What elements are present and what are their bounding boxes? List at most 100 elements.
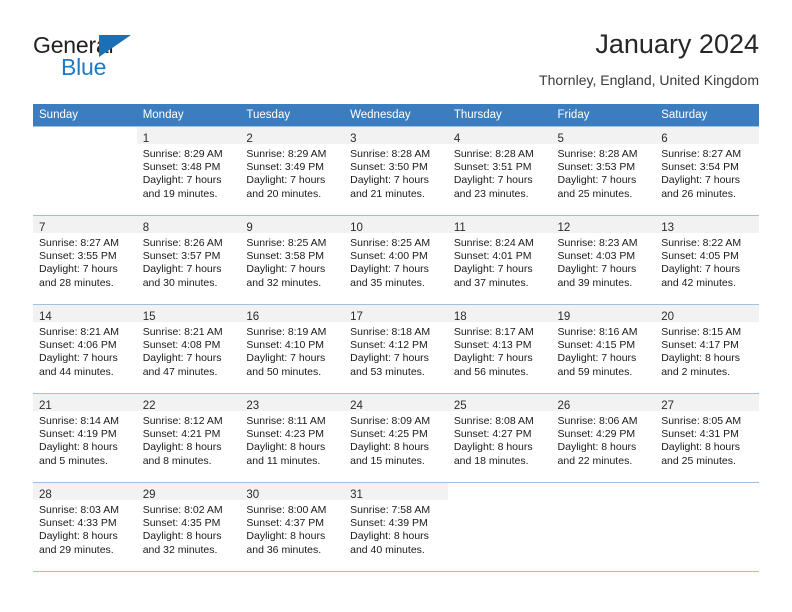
day-cell[interactable]: 21 Sunrise: 8:14 AM Sunset: 4:19 PM Dayl…: [33, 393, 137, 483]
daylight-line-1: Daylight: 7 hours: [453, 352, 533, 365]
daylight-line-1: Daylight: 7 hours: [661, 263, 741, 276]
weekday-header-thursday: Thursday: [447, 104, 552, 127]
day-cell[interactable]: 17 Sunrise: 8:18 AM Sunset: 4:12 PM Dayl…: [344, 304, 448, 394]
calendar-week-row: 21 Sunrise: 8:14 AM Sunset: 4:19 PM Dayl…: [33, 393, 759, 483]
sunrise-line: Sunrise: 7:58 AM: [350, 504, 431, 516]
sunset-line: Sunset: 3:57 PM: [142, 250, 221, 263]
day-number: 8: [142, 222, 150, 234]
weekday-header-friday: Friday: [551, 104, 656, 127]
day-number: 26: [557, 400, 571, 412]
daylight-line-2: and 15 minutes.: [350, 454, 425, 467]
daylight-line-2: and 21 minutes.: [350, 187, 425, 200]
daylight-line-2: and 2 minutes.: [661, 365, 731, 378]
day-cell[interactable]: 27 Sunrise: 8:05 AM Sunset: 4:31 PM Dayl…: [655, 393, 759, 483]
daylight-line-1: Daylight: 7 hours: [142, 174, 222, 187]
sunset-line: Sunset: 4:15 PM: [557, 339, 636, 352]
sunrise-line: Sunrise: 8:03 AM: [39, 504, 119, 516]
day-cell[interactable]: 23 Sunrise: 8:11 AM Sunset: 4:23 PM Dayl…: [240, 393, 345, 483]
daylight-line-2: and 32 minutes.: [142, 543, 218, 556]
page-header: General Blue January 2024 Thornley, Engl…: [33, 28, 759, 98]
daylight-line-1: Daylight: 7 hours: [39, 352, 118, 365]
daylight-line-1: Daylight: 8 hours: [39, 441, 118, 454]
day-cell-empty: [447, 482, 552, 572]
day-number: 30: [246, 489, 260, 501]
sunrise-line: Sunrise: 8:29 AM: [142, 148, 223, 160]
daylight-line-2: and 42 minutes.: [661, 276, 736, 289]
day-number: 17: [350, 311, 363, 323]
day-cell[interactable]: 30 Sunrise: 8:00 AM Sunset: 4:37 PM Dayl…: [240, 482, 345, 572]
day-cell[interactable]: 14 Sunrise: 8:21 AM Sunset: 4:06 PM Dayl…: [33, 304, 137, 394]
day-cell[interactable]: 31 Sunrise: 7:58 AM Sunset: 4:39 PM Dayl…: [344, 482, 448, 572]
daylight-line-2: and 30 minutes.: [142, 276, 218, 289]
sunrise-line: Sunrise: 8:27 AM: [661, 148, 742, 160]
day-cell[interactable]: 18 Sunrise: 8:17 AM Sunset: 4:13 PM Dayl…: [447, 304, 552, 394]
daylight-line-2: and 25 minutes.: [557, 187, 633, 200]
sunrise-line: Sunrise: 8:27 AM: [39, 237, 119, 249]
day-number: 22: [142, 400, 156, 412]
weekday-header-monday: Monday: [136, 104, 241, 127]
sunset-line: Sunset: 4:35 PM: [142, 517, 221, 530]
daylight-line-1: Daylight: 7 hours: [350, 263, 429, 276]
day-cell[interactable]: 16 Sunrise: 8:19 AM Sunset: 4:10 PM Dayl…: [240, 304, 345, 394]
day-number: 13: [661, 222, 675, 234]
day-cell-empty: [551, 482, 656, 572]
brand-logo[interactable]: General Blue: [33, 32, 153, 86]
daylight-line-1: Daylight: 8 hours: [350, 441, 429, 454]
day-cell[interactable]: 29 Sunrise: 8:02 AM Sunset: 4:35 PM Dayl…: [136, 482, 241, 572]
day-cell[interactable]: 28 Sunrise: 8:03 AM Sunset: 4:33 PM Dayl…: [33, 482, 137, 572]
daylight-line-1: Daylight: 8 hours: [453, 441, 533, 454]
day-cell[interactable]: 8 Sunrise: 8:26 AM Sunset: 3:57 PM Dayli…: [136, 215, 241, 305]
daylight-line-2: and 32 minutes.: [246, 276, 322, 289]
weekday-header-saturday: Saturday: [655, 104, 759, 127]
daylight-line-1: Daylight: 7 hours: [142, 263, 222, 276]
day-number: 28: [39, 489, 52, 501]
sunset-line: Sunset: 4:21 PM: [142, 428, 221, 441]
daylight-line-1: Daylight: 7 hours: [39, 263, 118, 276]
calendar-week-row: 14 Sunrise: 8:21 AM Sunset: 4:06 PM Dayl…: [33, 304, 759, 394]
day-number: 7: [39, 222, 46, 234]
daylight-line-2: and 36 minutes.: [246, 543, 322, 556]
daylight-line-2: and 8 minutes.: [142, 454, 212, 467]
day-cell[interactable]: 10 Sunrise: 8:25 AM Sunset: 4:00 PM Dayl…: [344, 215, 448, 305]
day-cell[interactable]: 25 Sunrise: 8:08 AM Sunset: 4:27 PM Dayl…: [447, 393, 552, 483]
day-cell-empty: [33, 126, 137, 216]
day-number: 5: [557, 133, 564, 145]
sunset-line: Sunset: 4:33 PM: [39, 517, 117, 530]
sunset-line: Sunset: 3:49 PM: [246, 161, 325, 174]
sunrise-line: Sunrise: 8:29 AM: [246, 148, 327, 160]
daylight-line-1: Daylight: 7 hours: [246, 263, 326, 276]
day-cell[interactable]: 26 Sunrise: 8:06 AM Sunset: 4:29 PM Dayl…: [551, 393, 656, 483]
day-cell[interactable]: 6 Sunrise: 8:27 AM Sunset: 3:54 PM Dayli…: [655, 126, 759, 216]
day-cell[interactable]: 9 Sunrise: 8:25 AM Sunset: 3:58 PM Dayli…: [240, 215, 345, 305]
day-cell[interactable]: 20 Sunrise: 8:15 AM Sunset: 4:17 PM Dayl…: [655, 304, 759, 394]
day-cell[interactable]: 11 Sunrise: 8:24 AM Sunset: 4:01 PM Dayl…: [447, 215, 552, 305]
day-number: 6: [661, 133, 668, 145]
day-cell[interactable]: 1 Sunrise: 8:29 AM Sunset: 3:48 PM Dayli…: [136, 126, 241, 216]
day-cell[interactable]: 3 Sunrise: 8:28 AM Sunset: 3:50 PM Dayli…: [344, 126, 448, 216]
day-cell[interactable]: 19 Sunrise: 8:16 AM Sunset: 4:15 PM Dayl…: [551, 304, 656, 394]
day-cell[interactable]: 5 Sunrise: 8:28 AM Sunset: 3:53 PM Dayli…: [551, 126, 656, 216]
day-number: 24: [350, 400, 363, 412]
day-number: 25: [453, 400, 467, 412]
day-cell[interactable]: 13 Sunrise: 8:22 AM Sunset: 4:05 PM Dayl…: [655, 215, 759, 305]
page-subtitle: Thornley, England, United Kingdom: [539, 72, 759, 88]
daylight-line-1: Daylight: 7 hours: [453, 263, 533, 276]
weekday-header-tuesday: Tuesday: [240, 104, 345, 127]
day-cell[interactable]: 4 Sunrise: 8:28 AM Sunset: 3:51 PM Dayli…: [447, 126, 552, 216]
daylight-line-1: Daylight: 8 hours: [246, 441, 326, 454]
sunrise-line: Sunrise: 8:06 AM: [557, 415, 638, 427]
day-cell[interactable]: 12 Sunrise: 8:23 AM Sunset: 4:03 PM Dayl…: [551, 215, 656, 305]
daylight-line-1: Daylight: 8 hours: [142, 441, 222, 454]
day-cell[interactable]: 15 Sunrise: 8:21 AM Sunset: 4:08 PM Dayl…: [136, 304, 241, 394]
daylight-line-2: and 23 minutes.: [453, 187, 529, 200]
daylight-line-2: and 26 minutes.: [661, 187, 736, 200]
day-cell[interactable]: 7 Sunrise: 8:27 AM Sunset: 3:55 PM Dayli…: [33, 215, 137, 305]
daylight-line-1: Daylight: 7 hours: [557, 352, 637, 365]
sunrise-line: Sunrise: 8:19 AM: [246, 326, 327, 338]
day-cell[interactable]: 22 Sunrise: 8:12 AM Sunset: 4:21 PM Dayl…: [136, 393, 241, 483]
sunrise-line: Sunrise: 8:28 AM: [557, 148, 638, 160]
day-cell[interactable]: 2 Sunrise: 8:29 AM Sunset: 3:49 PM Dayli…: [240, 126, 345, 216]
sunrise-line: Sunrise: 8:26 AM: [142, 237, 223, 249]
sunset-line: Sunset: 3:53 PM: [557, 161, 636, 174]
day-cell[interactable]: 24 Sunrise: 8:09 AM Sunset: 4:25 PM Dayl…: [344, 393, 448, 483]
